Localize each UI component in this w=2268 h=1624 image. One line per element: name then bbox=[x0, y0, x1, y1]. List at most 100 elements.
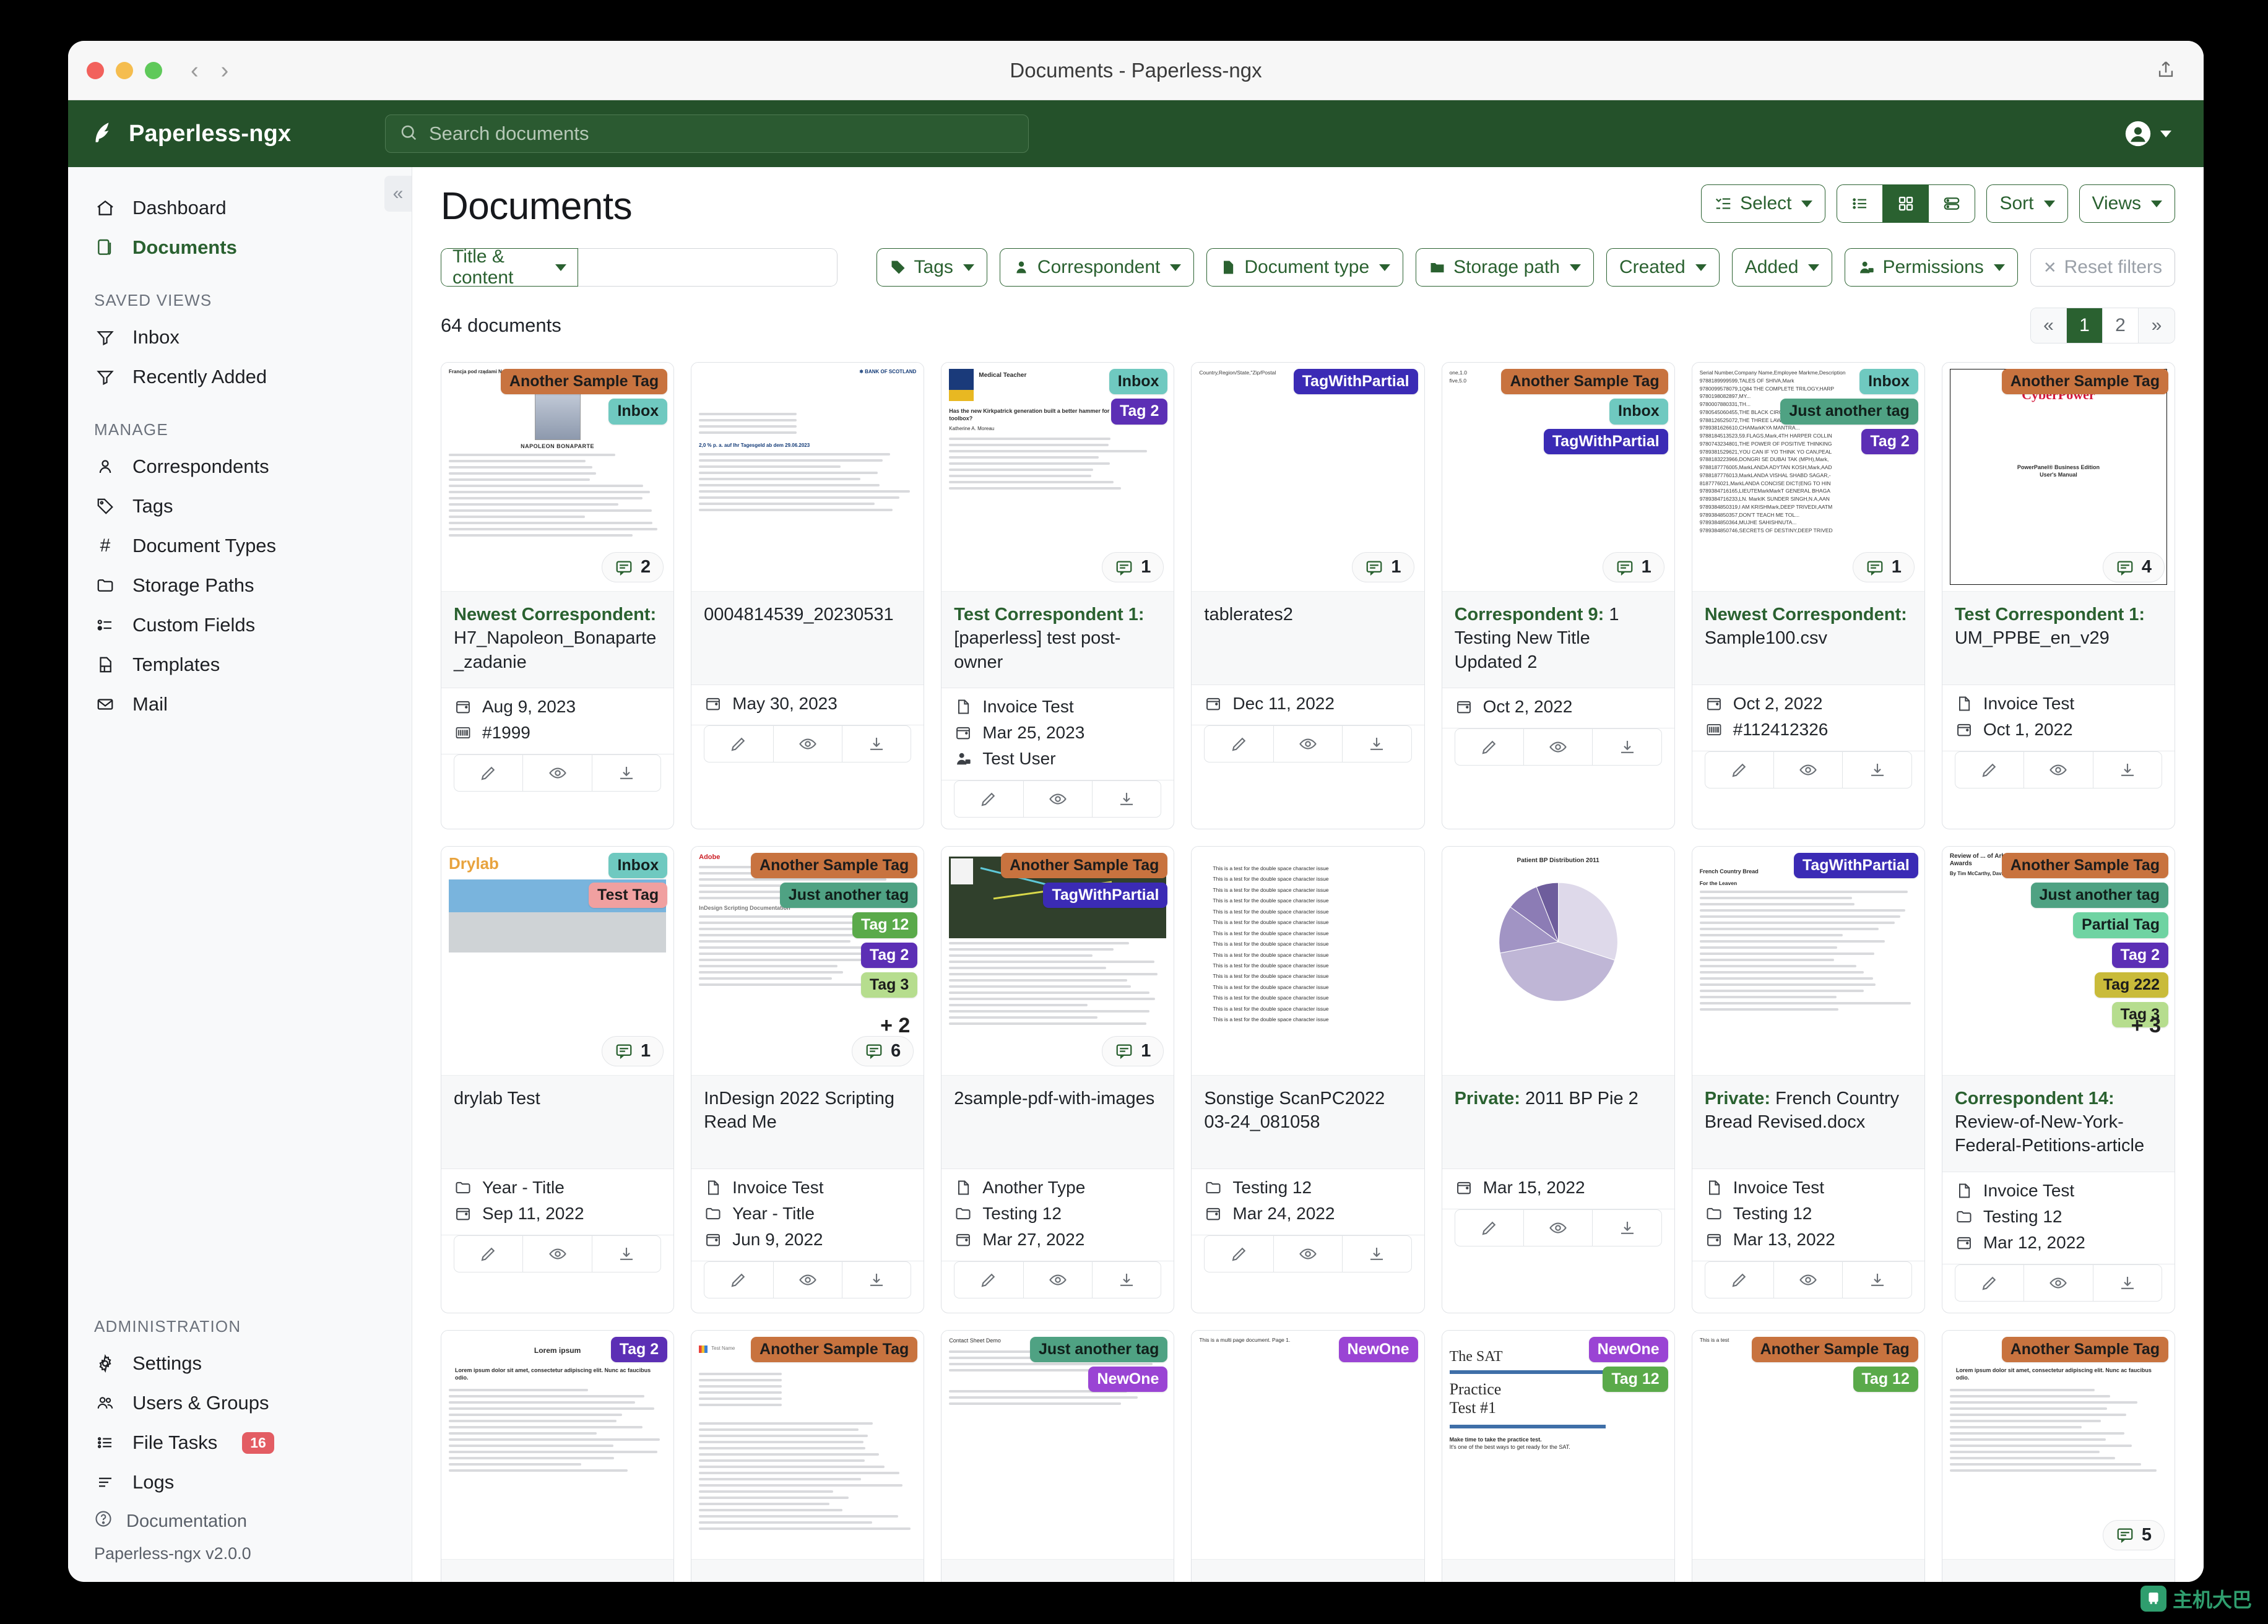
document-tag[interactable]: Tag 3 bbox=[861, 972, 917, 998]
document-tag[interactable]: Inbox bbox=[608, 399, 667, 424]
document-tag[interactable]: Tag 2 bbox=[1111, 399, 1167, 424]
preview-document-button[interactable] bbox=[1773, 1261, 1842, 1298]
document-tag[interactable]: Tag 222 bbox=[2095, 972, 2168, 998]
document-card[interactable]: This is a test Another Sample Tag Tag 12 bbox=[1692, 1330, 1925, 1582]
sidebar-item-mail[interactable]: Mail bbox=[68, 685, 412, 724]
document-tag[interactable]: Tag 2 bbox=[861, 943, 917, 968]
document-card[interactable]: French Country Bread For the Leaven TagWit… bbox=[1692, 846, 1925, 1313]
document-card[interactable]: Lorem ipsumLorem ipsum dolor sit amet, c… bbox=[441, 1330, 674, 1582]
profile-menu[interactable] bbox=[2124, 120, 2171, 147]
document-tag[interactable]: TagWithPartial bbox=[1544, 429, 1668, 454]
document-card[interactable]: This is a test for the double space char… bbox=[1191, 846, 1424, 1313]
sidebar-item-documents[interactable]: Documents bbox=[68, 228, 412, 267]
edit-document-button[interactable] bbox=[1455, 728, 1523, 766]
document-tag[interactable]: Partial Tag bbox=[2073, 912, 2168, 938]
document-card[interactable]: one,1.0 five,5.0 Another Sample Tag Inbox T… bbox=[1442, 362, 1675, 829]
document-thumbnail[interactable]: Test Name Another Sample Tag bbox=[691, 1331, 924, 1560]
notes-badge[interactable]: 1 bbox=[1352, 552, 1414, 582]
document-tag[interactable]: Test Tag bbox=[589, 883, 667, 908]
preview-document-button[interactable] bbox=[1273, 1235, 1342, 1272]
document-card[interactable]: ❄ BANK OF SCOTLAND 2,0 % p. a. auf Ihr Ta… bbox=[691, 362, 924, 829]
document-tag[interactable]: Tag 12 bbox=[852, 912, 917, 938]
document-tag[interactable]: NewOne bbox=[1088, 1367, 1167, 1392]
document-tag[interactable]: TagWithPartial bbox=[1294, 369, 1418, 394]
document-tag[interactable]: Inbox bbox=[1109, 369, 1168, 394]
pagination[interactable]: « 1 2 » bbox=[2030, 308, 2175, 343]
document-tag[interactable]: Tag 2 bbox=[2112, 943, 2168, 968]
document-thumbnail[interactable]: Another Sample Tag TagWithPartial 1 bbox=[941, 847, 1174, 1076]
document-thumbnail[interactable]: Lorem ipsumLorem ipsum dolor sit amet, c… bbox=[1942, 1331, 2175, 1560]
title-content-dropdown[interactable]: Title & content bbox=[441, 248, 578, 287]
download-document-button[interactable] bbox=[1342, 725, 1411, 762]
detail-view-icon[interactable] bbox=[1929, 185, 1975, 222]
document-tag[interactable]: Another Sample Tag bbox=[2002, 853, 2168, 878]
edit-document-button[interactable] bbox=[1705, 751, 1773, 788]
document-tag[interactable]: Another Sample Tag bbox=[1752, 1337, 1918, 1362]
download-document-button[interactable] bbox=[1342, 1235, 1411, 1272]
document-tag[interactable]: Another Sample Tag bbox=[2002, 1337, 2168, 1362]
document-card[interactable]: Drylab Inbox Test Tag 1 drylab Test Year - Ti… bbox=[441, 846, 674, 1313]
edit-document-button[interactable] bbox=[1955, 751, 2023, 788]
document-card[interactable]: Serial Number,Company Name,Employee Mark… bbox=[1692, 362, 1925, 829]
tags-filter-button[interactable]: Tags bbox=[876, 248, 987, 287]
edit-document-button[interactable] bbox=[1204, 1235, 1273, 1272]
document-tag[interactable]: Tag 2 bbox=[1861, 429, 1918, 454]
document-card[interactable]: Review of ... of Arbitral Awards Shows S… bbox=[1942, 846, 2175, 1313]
edit-document-button[interactable] bbox=[1204, 725, 1273, 762]
sidebar-item-document-types[interactable]: # Document Types bbox=[68, 526, 412, 566]
document-tag[interactable]: Another Sample Tag bbox=[751, 853, 917, 878]
preview-document-button[interactable] bbox=[2023, 1264, 2092, 1302]
document-card[interactable]: Lorem ipsumLorem ipsum dolor sit amet, c… bbox=[1942, 1330, 2175, 1582]
document-card[interactable]: Medical Teacher Has the new Kirkpatrick g… bbox=[941, 362, 1174, 829]
edit-document-button[interactable] bbox=[954, 1261, 1023, 1298]
sidebar-item-dashboard[interactable]: Dashboard bbox=[68, 188, 412, 228]
notes-badge[interactable]: 1 bbox=[1603, 552, 1664, 582]
sidebar-item-file-tasks[interactable]: File Tasks 16 bbox=[68, 1423, 412, 1462]
title-content-input[interactable] bbox=[578, 248, 838, 287]
edit-document-button[interactable] bbox=[1705, 1261, 1773, 1298]
preview-document-button[interactable] bbox=[2023, 751, 2092, 788]
preview-document-button[interactable] bbox=[773, 1261, 842, 1298]
sidebar-item-recently-added[interactable]: Recently Added bbox=[68, 357, 412, 397]
document-tag[interactable]: Another Sample Tag bbox=[2002, 369, 2168, 394]
document-card[interactable]: Test Name Another Sample Tag bbox=[691, 1330, 924, 1582]
preview-document-button[interactable] bbox=[1523, 1209, 1592, 1246]
sidebar-item-settings[interactable]: Settings bbox=[68, 1344, 412, 1383]
document-tag[interactable]: Tag 2 bbox=[611, 1337, 667, 1362]
edit-document-button[interactable] bbox=[954, 780, 1023, 818]
download-document-button[interactable] bbox=[2093, 1264, 2162, 1302]
document-tag[interactable]: Another Sample Tag bbox=[751, 1337, 917, 1362]
preview-document-button[interactable] bbox=[1023, 780, 1092, 818]
reset-filters-button[interactable]: ✕ Reset filters bbox=[2030, 248, 2175, 287]
document-thumbnail[interactable]: French Country Bread For the Leaven TagWit… bbox=[1692, 847, 1924, 1076]
document-thumbnail[interactable]: Medical Teacher Has the new Kirkpatrick g… bbox=[941, 363, 1174, 592]
document-tag[interactable]: Tag 12 bbox=[1853, 1367, 1918, 1392]
document-card[interactable]: This is a multi page document. Page 1. Ne… bbox=[1191, 1330, 1424, 1582]
sidebar-item-correspondents[interactable]: Correspondents bbox=[68, 447, 412, 486]
views-button[interactable]: Views bbox=[2079, 184, 2175, 223]
sidebar-item-templates[interactable]: Templates bbox=[68, 645, 412, 685]
collapse-sidebar-button[interactable]: « bbox=[384, 176, 412, 212]
documentation-link[interactable]: Documentation bbox=[68, 1502, 412, 1538]
document-thumbnail[interactable]: Review of ... of Arbitral Awards Shows S… bbox=[1942, 847, 2175, 1076]
download-document-button[interactable] bbox=[2093, 751, 2162, 788]
notes-badge[interactable]: 6 bbox=[852, 1036, 914, 1066]
download-document-button[interactable] bbox=[592, 1235, 661, 1272]
document-thumbnail[interactable]: Lorem ipsumLorem ipsum dolor sit amet, c… bbox=[441, 1331, 673, 1560]
preview-document-button[interactable] bbox=[1273, 725, 1342, 762]
sidebar-item-logs[interactable]: Logs bbox=[68, 1462, 412, 1502]
document-thumbnail[interactable]: ❄ BANK OF SCOTLAND 2,0 % p. a. auf Ihr Ta… bbox=[691, 363, 924, 592]
share-icon[interactable] bbox=[2155, 59, 2176, 84]
correspondent-filter-button[interactable]: Correspondent bbox=[1000, 248, 1194, 287]
edit-document-button[interactable] bbox=[454, 754, 522, 792]
document-type-filter-button[interactable]: Document type bbox=[1206, 248, 1403, 287]
document-thumbnail[interactable]: This is a test for the double space char… bbox=[1192, 847, 1424, 1076]
document-tag[interactable]: NewOne bbox=[1589, 1337, 1668, 1362]
edit-document-button[interactable] bbox=[704, 1261, 773, 1298]
download-document-button[interactable] bbox=[1592, 728, 1661, 766]
document-thumbnail[interactable]: This is a test Another Sample Tag Tag 12 bbox=[1692, 1331, 1924, 1560]
download-document-button[interactable] bbox=[1842, 1261, 1911, 1298]
view-mode-group[interactable] bbox=[1837, 184, 1975, 223]
preview-document-button[interactable] bbox=[1773, 751, 1842, 788]
document-card[interactable]: Another Sample Tag TagWithPartial 1 2sample… bbox=[941, 846, 1174, 1313]
